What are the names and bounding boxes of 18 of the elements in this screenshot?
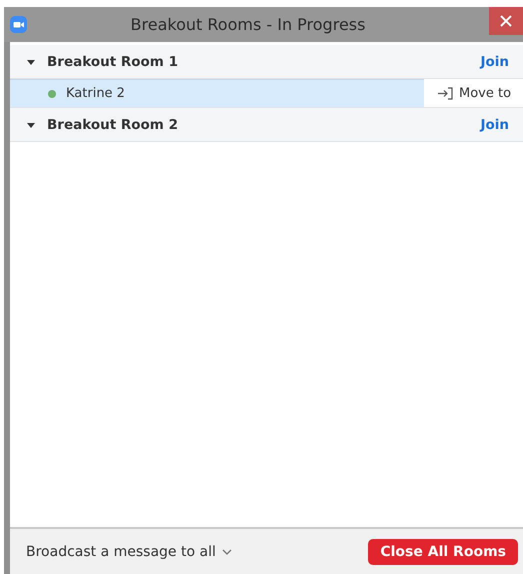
caret-down-icon[interactable] [27, 58, 35, 64]
room-name: Breakout Room 2 [47, 116, 179, 132]
broadcast-dropdown[interactable]: Broadcast a message to all [26, 544, 232, 560]
join-link[interactable]: Join [480, 54, 509, 70]
room-header[interactable]: Breakout Room 1 Join [10, 45, 523, 79]
close-all-rooms-button[interactable]: Close All Rooms [368, 538, 518, 564]
move-icon [438, 86, 453, 100]
participant-name: Katrine 2 [66, 86, 125, 101]
room-header[interactable]: Breakout Room 2 Join [10, 108, 523, 142]
video-camera-icon [10, 16, 27, 33]
participant-row[interactable]: Katrine 2 [10, 79, 424, 107]
close-button[interactable] [489, 7, 523, 35]
close-icon [500, 15, 512, 27]
window-title: Breakout Rooms - In Progress [130, 15, 366, 34]
room-name: Breakout Room 1 [47, 54, 179, 70]
chevron-down-icon [222, 548, 232, 554]
caret-down-icon[interactable] [27, 122, 35, 128]
join-link[interactable]: Join [480, 116, 509, 132]
